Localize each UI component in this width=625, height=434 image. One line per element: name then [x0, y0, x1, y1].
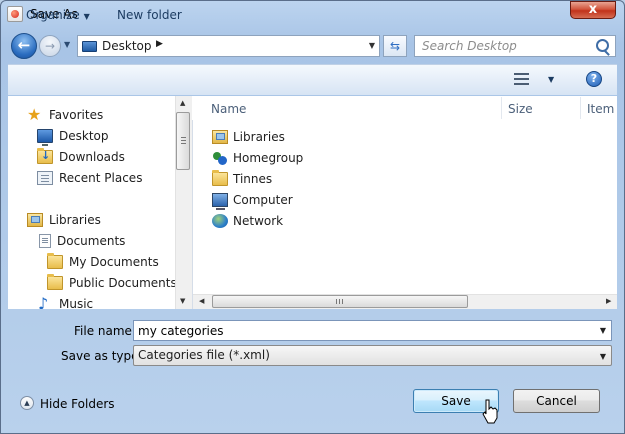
sidebar-item-documents[interactable]: Documents	[37, 231, 125, 251]
sidebar-item-recent-places[interactable]: Recent Places	[37, 168, 142, 188]
sidebar-item-label: Desktop	[59, 129, 109, 143]
horizontal-scroll-thumb[interactable]	[212, 295, 468, 308]
organize-menu[interactable]: Organize ▼	[26, 8, 90, 22]
refresh-button[interactable]: ⇆	[383, 35, 407, 57]
libraries-icon	[27, 213, 43, 227]
cancel-button[interactable]: Cancel	[513, 389, 600, 413]
back-arrow-icon: ←	[17, 36, 31, 54]
sidebar-item-label: Public Documents	[69, 276, 177, 290]
sidebar-item-label: Recent Places	[59, 171, 143, 185]
sidebar-item-public-documents[interactable]: Public Documents	[47, 273, 177, 293]
recent-pages-dropdown[interactable]: ▼	[64, 40, 70, 49]
view-options-dropdown-icon[interactable]: ▼	[548, 75, 554, 84]
libraries-icon	[212, 130, 228, 144]
sidebar-item-label: Libraries	[49, 213, 101, 227]
sidebar-item-my-documents[interactable]: My Documents	[47, 252, 159, 272]
desktop-icon	[37, 129, 53, 146]
sidebar-item-favorites[interactable]: ★ Favorites	[27, 105, 103, 125]
sidebar-item-label: My Documents	[69, 255, 159, 269]
column-divider[interactable]	[580, 97, 581, 119]
file-name-text: Computer	[233, 193, 293, 207]
column-header-name[interactable]: Name	[211, 102, 246, 116]
sidebar-item-libraries[interactable]: Libraries	[27, 210, 101, 230]
folder-icon	[47, 274, 63, 290]
search-box[interactable]	[414, 35, 616, 57]
list-item[interactable]: Network	[212, 211, 283, 231]
homegroup-icon	[212, 151, 228, 165]
hide-folders-button[interactable]: Hide Folders	[40, 397, 115, 411]
back-button[interactable]: ←	[11, 33, 37, 59]
file-name-text: Tinnes	[233, 172, 273, 186]
app-icon	[7, 6, 23, 22]
sidebar-item-label: Documents	[57, 234, 126, 248]
star-icon: ★	[27, 105, 42, 124]
sidebar-item-desktop[interactable]: Desktop	[37, 126, 109, 146]
save-as-type-value: Categories file (*.xml)	[138, 348, 270, 362]
save-as-type-label: Save as type:	[61, 349, 143, 363]
close-button[interactable]: x	[570, 1, 616, 19]
save-as-type-dropdown-icon[interactable]: ▼	[600, 347, 606, 366]
scroll-right-icon[interactable]: ▶	[606, 297, 611, 305]
search-icon[interactable]	[596, 39, 609, 52]
file-name-combobox[interactable]: ▼	[133, 320, 612, 341]
network-icon	[212, 214, 228, 228]
change-view-icon[interactable]	[514, 73, 529, 85]
refresh-icon: ⇆	[389, 39, 401, 53]
sidebar-item-label: Favorites	[49, 108, 104, 122]
file-name-dropdown-icon[interactable]: ▼	[600, 326, 606, 335]
sidebar-item-label: Downloads	[59, 150, 125, 164]
music-icon	[37, 294, 53, 309]
column-header-row	[192, 96, 617, 120]
list-item[interactable]: Homegroup	[212, 148, 303, 168]
column-header-item-type[interactable]: Item t	[587, 102, 617, 116]
save-as-type-select[interactable]: Categories file (*.xml) ▼	[133, 345, 612, 366]
forward-button[interactable]: →	[39, 35, 61, 57]
recent-places-icon	[37, 171, 53, 185]
file-name-text: Network	[233, 214, 284, 228]
list-item[interactable]: Computer	[212, 190, 293, 210]
folder-icon	[47, 253, 63, 269]
address-dropdown-icon[interactable]: ▼	[369, 41, 375, 50]
sidebar-item-label: Music	[59, 297, 94, 309]
file-name-field[interactable]	[134, 321, 593, 340]
organize-dropdown-icon: ▼	[83, 12, 90, 21]
column-header-size[interactable]: Size	[508, 102, 533, 116]
sidebar-item-music[interactable]: Music	[37, 294, 93, 309]
scroll-left-icon[interactable]: ◀	[199, 297, 204, 305]
mouse-cursor-icon	[482, 399, 498, 424]
organize-label: Organize	[26, 8, 80, 22]
hide-folders-icon[interactable]: ▲	[20, 396, 34, 410]
scroll-down-icon[interactable]: ▼	[180, 297, 185, 305]
vertical-scroll-thumb[interactable]	[176, 112, 190, 170]
list-item[interactable]: Libraries	[212, 127, 285, 147]
downloads-folder-icon	[37, 148, 53, 164]
list-item[interactable]: Tinnes	[212, 169, 272, 189]
desktop-location-icon	[82, 41, 97, 52]
breadcrumb-chevron-icon[interactable]: ▶	[156, 39, 163, 49]
computer-icon	[212, 193, 228, 210]
file-name-label: File name:	[74, 324, 136, 338]
new-folder-button[interactable]: New folder	[117, 8, 182, 22]
navigation-pane: ★ Favorites Desktop Downloads Recent Plac…	[8, 96, 193, 309]
documents-icon	[39, 234, 51, 248]
breadcrumb-desktop[interactable]: Desktop	[102, 39, 152, 53]
folder-icon	[212, 170, 228, 186]
file-name-text: Homegroup	[233, 151, 304, 165]
help-icon[interactable]: ?	[586, 71, 602, 87]
scroll-up-icon[interactable]: ▲	[180, 99, 185, 107]
address-bar[interactable]: Desktop ▶ ▼	[77, 35, 380, 57]
search-input[interactable]	[415, 36, 602, 56]
forward-arrow-icon: →	[44, 39, 56, 53]
sidebar-item-downloads[interactable]: Downloads	[37, 147, 125, 167]
file-name-text: Libraries	[233, 130, 285, 144]
column-divider[interactable]	[501, 97, 502, 119]
